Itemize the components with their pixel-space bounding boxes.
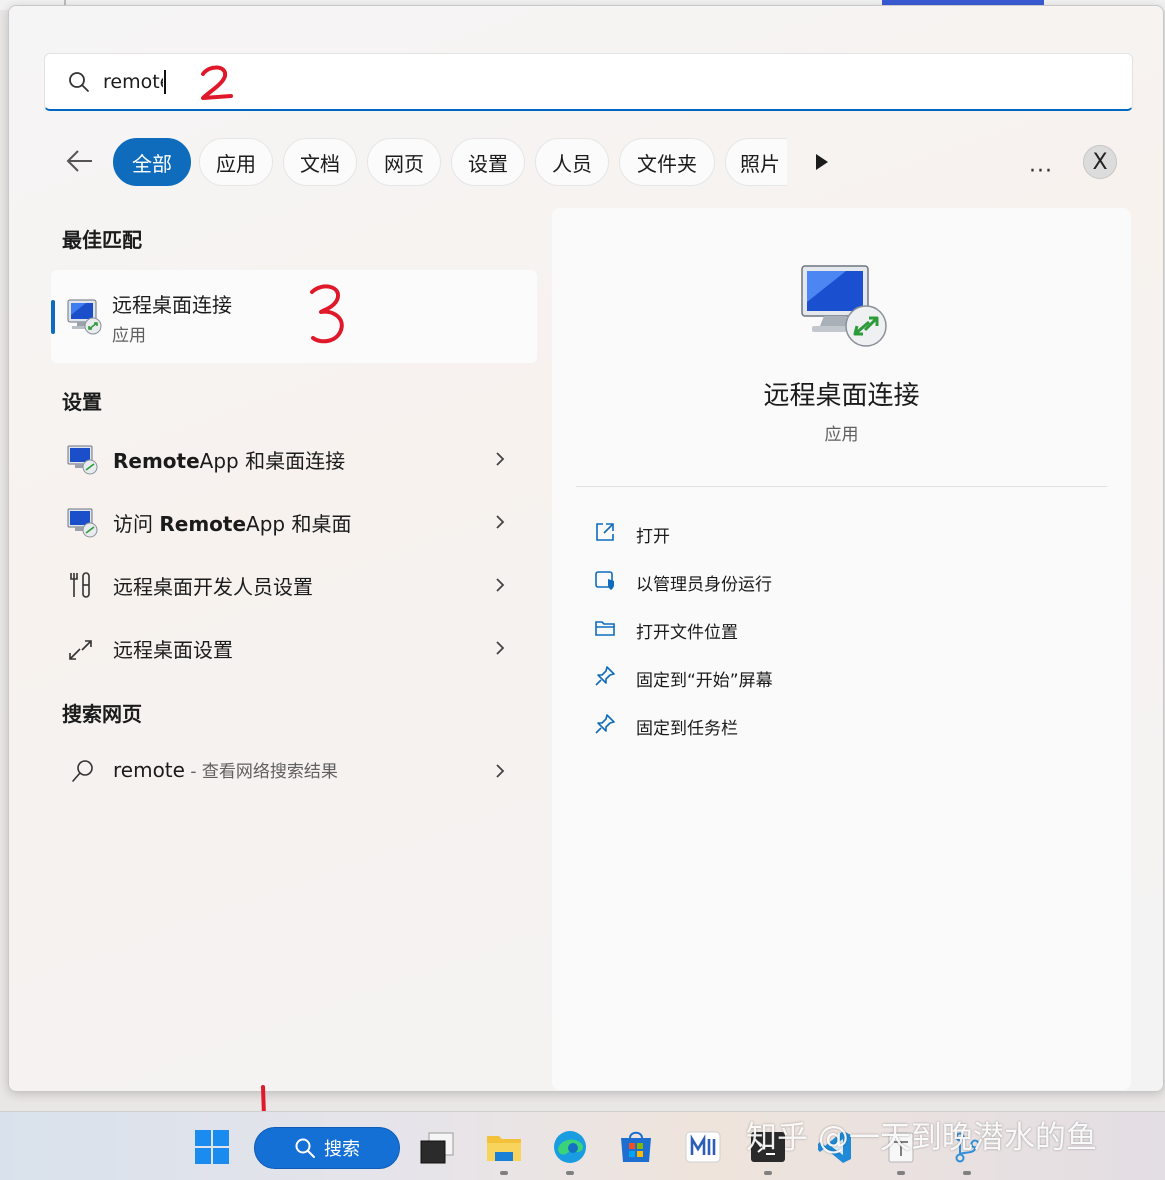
best-match-type: 应用	[112, 326, 146, 346]
tab-settings[interactable]: 设置	[451, 138, 525, 186]
detail-type: 应用	[824, 425, 859, 445]
setting-access-remoteapp[interactable]: 访问 RemoteApp 和桌面	[51, 493, 537, 551]
remote-desktop-icon	[67, 299, 102, 335]
close-button[interactable]: X	[1083, 145, 1117, 179]
action-label: 打开文件位置	[636, 623, 738, 643]
best-match-item[interactable]: 远程桌面连接 应用	[51, 270, 537, 363]
action-open[interactable]: 打开	[590, 513, 1090, 553]
selection-indicator	[51, 300, 55, 334]
web-search-result[interactable]: remote - 查看网络搜索结果	[51, 742, 537, 800]
search-icon	[72, 760, 93, 782]
tab-web[interactable]: 网页	[367, 138, 441, 186]
action-label: 固定到“开始”屏幕	[636, 671, 773, 691]
action-run-as-admin[interactable]: 以管理员身份运行	[590, 561, 1090, 601]
search-panel: 全部 应用 文档 网页 设置 人员 文件夹 照片 ··· X 最佳匹配 远程桌面…	[8, 5, 1164, 1092]
best-match-name: 远程桌面连接	[112, 293, 232, 317]
task-view-icon[interactable]	[418, 1128, 456, 1166]
running-indicator	[566, 1171, 574, 1175]
detail-title: 远程桌面连接	[763, 381, 920, 411]
setting-remote-desktop-developer[interactable]: 远程桌面开发人员设置	[51, 556, 537, 614]
tab-photos[interactable]: 照片	[725, 138, 787, 186]
more-options-icon[interactable]: ···	[1029, 159, 1053, 184]
detail-pane: 远程桌面连接 应用 打开 以管理员身份运行 打开文件位置 固定到“开始”屏幕 固…	[552, 208, 1131, 1090]
setting-label: 访问 RemoteApp 和桌面	[113, 512, 352, 536]
tab-all[interactable]: 全部	[113, 138, 191, 186]
best-match-heading: 最佳匹配	[62, 228, 142, 252]
pin-icon	[595, 714, 615, 734]
action-label: 固定到任务栏	[636, 719, 738, 739]
search-icon	[295, 1138, 315, 1158]
chevron-right-icon	[496, 641, 505, 655]
running-indicator	[500, 1171, 508, 1175]
text-caret	[164, 69, 166, 94]
web-search-label: remote - 查看网络搜索结果	[113, 758, 338, 782]
setting-label: 远程桌面开发人员设置	[113, 575, 313, 599]
divider	[576, 486, 1107, 487]
annotation-step-3	[310, 284, 344, 344]
taskbar-search-button[interactable]: 搜索	[254, 1127, 400, 1169]
tab-folders[interactable]: 文件夹	[619, 138, 715, 186]
filter-bar: 全部 应用 文档 网页 设置 人员 文件夹 照片 ··· X	[9, 134, 1163, 190]
setting-remote-desktop[interactable]: 远程桌面设置	[51, 619, 537, 677]
running-indicator	[764, 1171, 772, 1175]
settings-heading: 设置	[62, 390, 102, 414]
action-open-file-location[interactable]: 打开文件位置	[590, 609, 1090, 649]
chevron-right-icon	[496, 515, 505, 529]
folder-icon	[595, 621, 615, 636]
tab-people[interactable]: 人员	[535, 138, 609, 186]
search-icon	[69, 71, 89, 92]
open-external-icon	[596, 523, 614, 541]
action-label: 打开	[636, 527, 670, 547]
tab-apps[interactable]: 应用	[199, 138, 273, 186]
search-input[interactable]	[103, 70, 163, 93]
app-icon[interactable]	[684, 1128, 722, 1166]
web-search-heading: 搜索网页	[62, 702, 142, 726]
admin-shield-icon	[595, 571, 614, 590]
setting-remoteapp-connections[interactable]: RemoteApp 和桌面连接	[51, 430, 537, 488]
running-indicator	[963, 1171, 971, 1175]
action-pin-to-start[interactable]: 固定到“开始”屏幕	[590, 657, 1090, 697]
setting-label: 远程桌面设置	[113, 638, 233, 662]
taskbar-search-label: 搜索	[324, 1139, 360, 1160]
tab-documents[interactable]: 文档	[283, 138, 357, 186]
action-pin-to-taskbar[interactable]: 固定到任务栏	[590, 705, 1090, 745]
back-arrow-icon[interactable]	[65, 146, 95, 176]
microsoft-store-icon[interactable]	[617, 1128, 655, 1166]
remote-desktop-icon	[801, 265, 887, 347]
scroll-right-icon[interactable]	[814, 152, 830, 172]
pin-icon	[595, 666, 615, 686]
file-explorer-icon[interactable]	[485, 1128, 523, 1166]
remote-desktop-icon	[67, 508, 98, 538]
chevron-right-icon	[496, 764, 505, 778]
running-indicator	[897, 1171, 905, 1175]
remote-arrows-icon	[69, 640, 92, 660]
chevron-right-icon	[496, 452, 505, 466]
setting-label: RemoteApp 和桌面连接	[113, 449, 346, 473]
windows-start-icon[interactable]	[193, 1128, 231, 1166]
developer-tools-icon	[70, 572, 90, 598]
watermark-text: 知乎 @一天到晚潜水的鱼	[746, 1120, 1097, 1156]
action-label: 以管理员身份运行	[636, 575, 772, 595]
annotation-step-2	[201, 65, 233, 100]
chevron-right-icon	[496, 578, 505, 592]
edge-browser-icon[interactable]	[551, 1128, 589, 1166]
remote-desktop-icon	[67, 445, 98, 475]
